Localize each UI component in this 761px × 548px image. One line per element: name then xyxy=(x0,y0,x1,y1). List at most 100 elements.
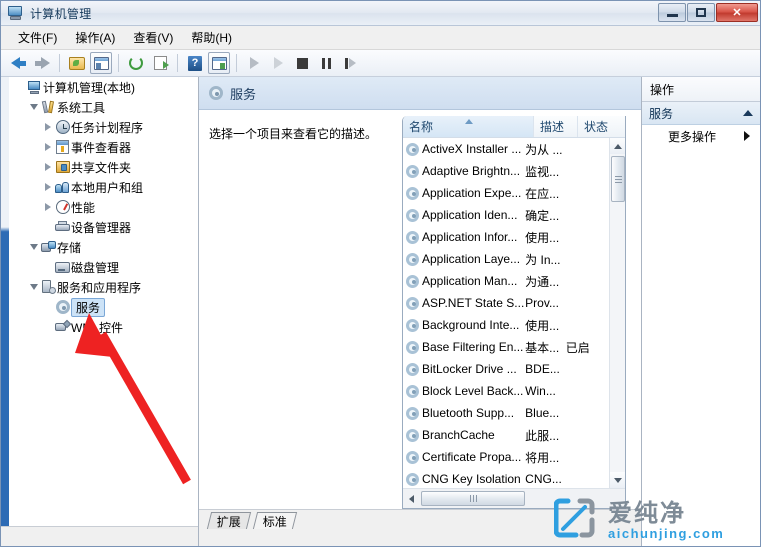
table-row[interactable]: Background Inte... 使用... xyxy=(403,314,609,336)
menu-help[interactable]: 帮助(H) xyxy=(182,26,241,49)
scroll-up-button[interactable] xyxy=(610,138,625,154)
back-icon[interactable] xyxy=(7,52,29,74)
column-status[interactable]: 状态 xyxy=(578,116,625,137)
chevron-up-icon[interactable] xyxy=(743,110,753,116)
tree-toggle-expanded-icon[interactable] xyxy=(27,244,40,250)
list-header: 名称 描述 状态 xyxy=(403,116,625,138)
details-title: 服务 xyxy=(230,86,257,102)
service-gear-icon xyxy=(403,340,422,354)
menu-action[interactable]: 操作(A) xyxy=(66,26,124,49)
forward-icon[interactable] xyxy=(31,52,53,74)
service-gear-icon xyxy=(403,208,422,222)
table-row[interactable]: BranchCache 此服... xyxy=(403,424,609,446)
horizontal-scroll-thumb[interactable] xyxy=(421,491,525,506)
tree-item-label: 事件查看器 xyxy=(71,140,132,155)
action-more-actions[interactable]: 更多操作 xyxy=(642,125,760,147)
tree-item-10[interactable]: 服务和应用程序 xyxy=(9,277,198,297)
tree-toggle-collapsed-icon[interactable] xyxy=(41,143,54,151)
actions-pane: 操作 服务 更多操作 xyxy=(642,77,760,546)
column-name-label: 名称 xyxy=(409,120,434,134)
tree-item-label: WMI 控件 xyxy=(71,320,123,335)
table-row[interactable]: Application Infor... 使用... xyxy=(403,226,609,248)
service-name: Bluetooth Supp... xyxy=(422,406,515,420)
table-row[interactable]: CNG Key Isolation CNG... xyxy=(403,468,609,488)
show-console-tree-icon[interactable] xyxy=(90,52,112,74)
service-name: Application Iden... xyxy=(422,208,518,222)
scroll-left-button[interactable] xyxy=(403,490,420,508)
table-row[interactable]: Application Expe... 在应... xyxy=(403,182,609,204)
table-row[interactable]: Block Level Back... Win... xyxy=(403,380,609,402)
table-row[interactable]: Adaptive Brightn... 监视... xyxy=(403,160,609,182)
service-gear-icon xyxy=(403,318,422,332)
toolbar: ? xyxy=(1,50,760,77)
service-name: Certificate Propa... xyxy=(422,450,522,464)
tree-toggle-collapsed-icon[interactable] xyxy=(41,183,54,191)
table-row[interactable]: Base Filtering En... 基本... 已启 xyxy=(403,336,609,358)
tree-item-4[interactable]: 共享文件夹 xyxy=(9,157,198,177)
table-row[interactable]: Application Iden... 确定... xyxy=(403,204,609,226)
tree-item-3[interactable]: 事件查看器 xyxy=(9,137,198,157)
up-folder-icon[interactable] xyxy=(66,52,88,74)
toolbar-separator xyxy=(236,54,237,72)
service-description: 为通... xyxy=(525,274,560,289)
tree-item-label: 本地用户和组 xyxy=(71,180,144,195)
table-row[interactable]: ASP.NET State S... Prov... xyxy=(403,292,609,314)
tree-item-2[interactable]: 任务计划程序 xyxy=(9,117,198,137)
tree-item-11[interactable]: 服务 xyxy=(9,297,198,317)
window-controls: ✕ xyxy=(658,3,758,22)
tree-item-label: 设备管理器 xyxy=(71,220,132,235)
list-vertical-scrollbar[interactable] xyxy=(609,138,625,488)
actions-section-services[interactable]: 服务 xyxy=(642,102,760,125)
service-name: ASP.NET State S... xyxy=(422,296,525,310)
stop-service-icon[interactable] xyxy=(291,52,313,74)
help-icon[interactable]: ? xyxy=(184,52,206,74)
close-button[interactable]: ✕ xyxy=(716,3,758,22)
tree-toggle-expanded-icon[interactable] xyxy=(27,284,40,290)
tree-item-5[interactable]: 本地用户和组 xyxy=(9,177,198,197)
tree-item-9[interactable]: 磁盘管理 xyxy=(9,257,198,277)
show-action-pane-icon[interactable] xyxy=(208,52,230,74)
table-row[interactable]: Application Laye... 为 In... xyxy=(403,248,609,270)
tree-item-0[interactable]: 计算机管理(本地) xyxy=(9,77,198,97)
tree-toggle-collapsed-icon[interactable] xyxy=(41,203,54,211)
tree-toggle-collapsed-icon[interactable] xyxy=(41,163,54,171)
vertical-scroll-thumb[interactable] xyxy=(611,156,625,202)
table-row[interactable]: BitLocker Drive ... BDE... xyxy=(403,358,609,380)
tree-toggle-expanded-icon[interactable] xyxy=(27,104,40,110)
scroll-down-button[interactable] xyxy=(610,472,625,488)
service-gear-icon xyxy=(403,450,422,464)
computer-management-icon xyxy=(7,5,25,21)
tree-item-8[interactable]: 存储 xyxy=(9,237,198,257)
table-row[interactable]: ActiveX Installer ... 为从 ... xyxy=(403,138,609,160)
maximize-button[interactable] xyxy=(687,3,715,22)
tree-item-12[interactable]: WMI 控件 xyxy=(9,317,198,337)
table-row[interactable]: Application Man... 为通... xyxy=(403,270,609,292)
minimize-button[interactable] xyxy=(658,3,686,22)
tree-item-1[interactable]: 系统工具 xyxy=(9,97,198,117)
resume-service-icon[interactable] xyxy=(267,52,289,74)
console-tree: 计算机管理(本地) 系统工具 任务计划程序事件查看器共享文件夹本地用户和组性能设备管… xyxy=(9,77,199,546)
pause-service-icon[interactable] xyxy=(315,52,337,74)
tree-item-label: 服务 xyxy=(71,297,106,317)
menu-file[interactable]: 文件(F) xyxy=(9,26,66,49)
refresh-icon[interactable] xyxy=(125,52,147,74)
table-row[interactable]: Certificate Propa... 将用... xyxy=(403,446,609,468)
column-description[interactable]: 描述 xyxy=(534,116,578,137)
tree-item-6[interactable]: 性能 xyxy=(9,197,198,217)
menu-view[interactable]: 查看(V) xyxy=(124,26,182,49)
tab-extended[interactable]: 扩展 xyxy=(206,512,252,529)
service-description: 将用... xyxy=(525,450,560,465)
service-description: 为从 ... xyxy=(525,142,563,157)
service-description: 使用... xyxy=(525,230,560,245)
column-name[interactable]: 名称 xyxy=(403,116,534,137)
sort-ascending-icon xyxy=(465,119,473,124)
table-row[interactable]: Bluetooth Supp... Blue... xyxy=(403,402,609,424)
tree-toggle-collapsed-icon[interactable] xyxy=(41,123,54,131)
export-list-icon[interactable] xyxy=(149,52,171,74)
restart-service-icon[interactable] xyxy=(339,52,361,74)
tree-item-7[interactable]: 设备管理器 xyxy=(9,217,198,237)
tab-standard-label: 标准 xyxy=(262,514,287,529)
start-service-icon[interactable] xyxy=(243,52,265,74)
tab-standard[interactable]: 标准 xyxy=(252,512,298,529)
service-description: Win... xyxy=(525,384,556,398)
